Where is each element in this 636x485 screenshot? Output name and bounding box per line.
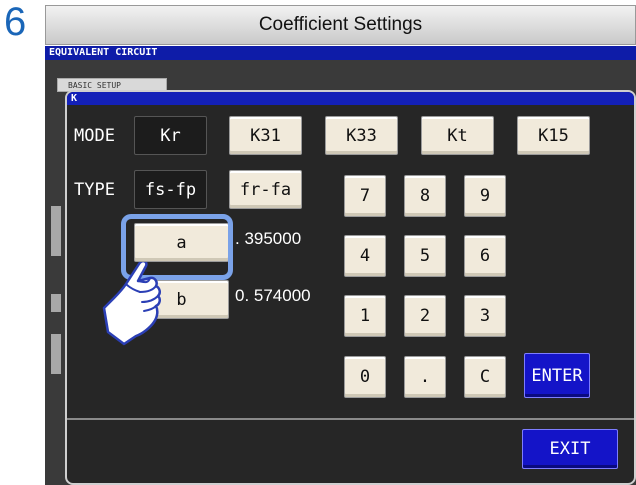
divider xyxy=(67,418,634,420)
title-bar: Coefficient Settings xyxy=(45,5,636,45)
background-fragment xyxy=(51,206,61,256)
background-fragment xyxy=(51,294,61,312)
keypad-key-4[interactable]: 4 xyxy=(344,235,386,277)
page-title: Coefficient Settings xyxy=(258,14,423,35)
mode-button-k15[interactable]: K15 xyxy=(517,116,590,155)
type-label: TYPE xyxy=(74,180,115,200)
keypad-key-2[interactable]: 2 xyxy=(404,295,446,337)
keypad-key-6[interactable]: 6 xyxy=(464,235,506,277)
keypad-key-1[interactable]: 1 xyxy=(344,295,386,337)
coefficient-b-value: 0. 574000 xyxy=(235,286,311,305)
exit-button[interactable]: EXIT xyxy=(522,429,618,469)
type-button-fr-fa[interactable]: fr-fa xyxy=(229,170,302,209)
pointing-hand-icon xyxy=(102,262,161,346)
keypad-key-3[interactable]: 3 xyxy=(464,295,506,337)
keypad-key-7[interactable]: 7 xyxy=(344,175,386,217)
type-button-fs-fp[interactable]: fs-fp xyxy=(134,170,207,209)
keypad-key-clear[interactable]: C xyxy=(464,356,506,398)
keypad-key-0[interactable]: 0 xyxy=(344,356,386,398)
step-number: 6 xyxy=(4,0,27,44)
background-fragment xyxy=(51,334,61,374)
equivalent-circuit-header: EQUIVALENT CIRCUIT xyxy=(45,46,636,60)
dialog-header: K xyxy=(67,92,634,105)
mode-button-kr[interactable]: Kr xyxy=(134,116,207,155)
mode-button-kt[interactable]: Kt xyxy=(421,116,494,155)
keypad-key-5[interactable]: 5 xyxy=(404,235,446,277)
enter-button[interactable]: ENTER xyxy=(524,353,590,398)
mode-label: MODE xyxy=(74,126,115,146)
mode-button-k33[interactable]: K33 xyxy=(325,116,398,155)
keypad-key-decimal[interactable]: . xyxy=(404,356,446,398)
coefficient-a-value: . 395000 xyxy=(235,229,302,248)
keypad-key-8[interactable]: 8 xyxy=(404,175,446,217)
keypad-key-9[interactable]: 9 xyxy=(464,175,506,217)
mode-button-k31[interactable]: K31 xyxy=(229,116,302,155)
